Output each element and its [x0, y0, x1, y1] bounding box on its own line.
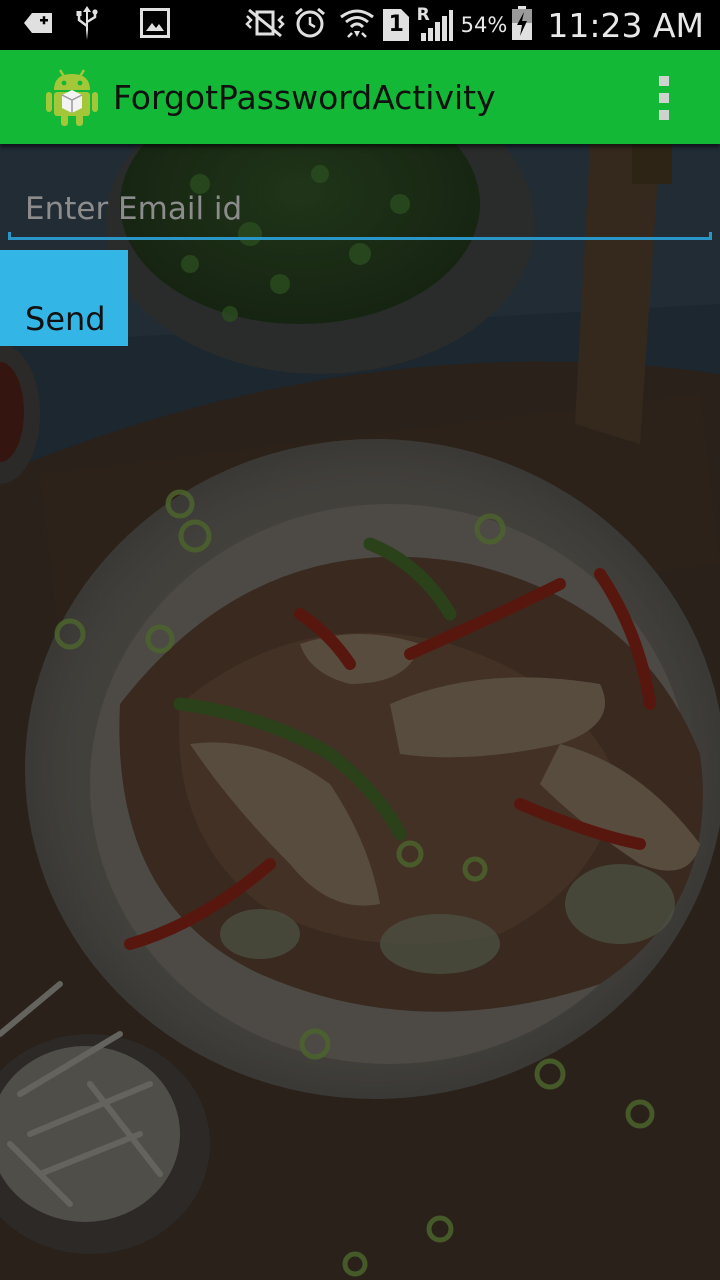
action-bar: ForgotPasswordActivity [0, 50, 720, 144]
sim-1-icon: 1 [382, 9, 409, 41]
battery-percent: 54% [460, 13, 508, 37]
send-button[interactable]: Send [0, 250, 128, 346]
usb-icon [76, 5, 98, 45]
email-input[interactable] [8, 180, 712, 238]
status-bar-notifications [24, 5, 170, 45]
app-title: ForgotPasswordActivity [113, 78, 496, 117]
overflow-menu-icon[interactable] [652, 76, 676, 120]
forgot-password-screen: 1 R 54% 11:23 AM ForgotPasswordActivity … [0, 0, 720, 1280]
add-box-icon [24, 11, 54, 40]
status-bar-system: 1 R 54% 11:23 AM [244, 5, 704, 45]
send-button-label: Send [25, 300, 106, 338]
overflow-dot [659, 110, 669, 120]
overflow-dot [659, 93, 669, 103]
battery-charging-icon [511, 5, 533, 45]
status-bar: 1 R 54% 11:23 AM [0, 0, 720, 50]
wifi-icon [339, 7, 375, 44]
signal-roaming-icon: R [417, 5, 453, 41]
android-app-icon[interactable] [46, 68, 98, 126]
vibrate-icon [244, 8, 285, 43]
email-field [8, 180, 712, 242]
overflow-dot [659, 76, 669, 86]
alarm-icon [293, 6, 327, 45]
image-icon [140, 7, 170, 43]
sim-slot-label: 1 [388, 12, 404, 37]
clock: 11:23 AM [547, 5, 704, 45]
email-underline [8, 232, 712, 240]
